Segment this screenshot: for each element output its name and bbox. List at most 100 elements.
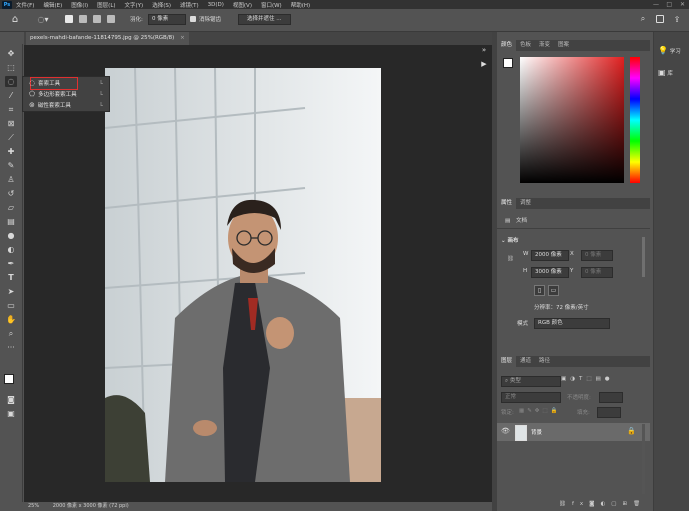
flyout-item-polygonal-lasso[interactable]: ⬠ 多边形套索工具 L [29,89,107,99]
select-and-mask-button[interactable]: 选择并遮住 ... [238,13,291,25]
document-tab[interactable]: pexels-mahdi-bafande-11814795.jpg @ 25%(… [26,32,189,45]
y-input[interactable]: 0 像素 [581,267,613,278]
blend-mode-select[interactable]: 正常 [501,392,561,403]
layer-filter-select[interactable]: ⌕ 类型 [501,376,561,387]
eyedropper-icon[interactable]: ⟋ [5,132,17,143]
zoom-level[interactable]: 25% [28,503,39,509]
flyout-item-lasso[interactable]: ◌ 套索工具 L [29,78,107,88]
lock-icons[interactable]: ▦✎✥⬚🔒 [519,408,560,414]
properties-panel-tabs: 属性 调整 [497,198,650,209]
blur-tool-icon[interactable]: ● [5,230,17,241]
opacity-label: 不透明度: [567,395,591,401]
more-tools-icon[interactable]: ··· [5,342,17,353]
pen-tool-icon[interactable]: ✒ [5,258,17,269]
quick-mask-icon[interactable]: ◙ [5,394,17,405]
tab-swatches[interactable]: 色板 [516,40,535,51]
flyout-item-magnetic-lasso[interactable]: ⊚ 磁性套索工具 L [29,100,107,110]
menu-type[interactable]: 文字(Y) [125,1,144,9]
workspace-icon[interactable] [655,13,665,25]
tab-color[interactable]: 颜色 [497,40,517,51]
path-selection-icon[interactable]: ➤ [5,286,17,297]
opacity-input[interactable] [599,392,623,403]
mode-select[interactable]: RGB 颜色 [534,318,610,329]
tab-channels[interactable]: 通道 [516,356,535,367]
history-brush-icon[interactable]: ↺ [5,188,17,199]
layer-lock-icon[interactable]: 🔒 [627,427,636,435]
height-input[interactable]: 3000 像素 [531,267,569,278]
stamp-tool-icon[interactable]: ♙ [5,174,17,185]
play-action-icon[interactable]: ▶ [478,60,490,72]
layers-scrollbar[interactable] [642,424,645,494]
healing-brush-icon[interactable]: ✚ [5,146,17,157]
subtract-selection-icon[interactable] [92,13,102,25]
crop-tool-icon[interactable]: ⌗ [5,104,17,115]
rectangle-tool-icon[interactable]: ▭ [5,300,17,311]
visibility-eye-icon[interactable]: 👁 [501,427,510,435]
document-image[interactable] [105,68,381,482]
fill-input[interactable] [597,407,621,418]
width-input[interactable]: 2000 像素 [531,250,569,261]
link-dimensions-icon[interactable]: ⛓ [507,256,514,262]
properties-scrollbar[interactable] [642,237,645,277]
canvas-section-header[interactable]: ⌄ 画布 [501,236,519,244]
menu-file[interactable]: 文件(F) [16,1,34,9]
portrait-orientation-icon[interactable]: ▯ [534,285,545,296]
dodge-tool-icon[interactable]: ◐ [5,244,17,255]
collapse-panels-icon[interactable]: » [478,46,490,58]
tab-layers[interactable]: 图层 [497,356,517,367]
foreground-color-swatch[interactable] [4,374,14,384]
learn-panel-button[interactable]: 💡 学习 [658,46,681,55]
close-window-icon[interactable]: ✕ [680,1,685,8]
feather-input[interactable]: 0 像素 [148,13,186,25]
screen-mode-icon[interactable]: ▣ [5,408,17,419]
menu-image[interactable]: 图像(I) [71,1,88,9]
antialias-checkbox[interactable]: 消除锯齿 [190,13,221,25]
marquee-tool-icon[interactable]: ⬚ [5,62,17,73]
landscape-orientation-icon[interactable]: ▭ [548,285,559,296]
frame-tool-icon[interactable]: ⊠ [5,118,17,129]
eraser-tool-icon[interactable]: ▱ [5,202,17,213]
home-icon[interactable]: ⌂ [8,13,22,25]
menu-select[interactable]: 选择(S) [152,1,171,9]
add-selection-icon[interactable] [78,13,88,25]
zoom-tool-icon[interactable]: ⌕ [5,328,17,339]
tab-properties[interactable]: 属性 [497,198,517,209]
close-tab-icon[interactable]: × [180,35,185,41]
menu-filter[interactable]: 滤镜(T) [180,1,199,9]
move-tool-icon[interactable]: ✥ [5,48,17,59]
menu-layer[interactable]: 图层(L) [97,1,115,9]
search-icon[interactable]: ⌕ [638,13,648,25]
x-input[interactable]: 0 像素 [581,250,613,261]
layer-row-background[interactable]: 👁 背景 🔒 [497,423,650,441]
lasso-preset-icon[interactable]: ◌▾ [33,13,53,25]
libraries-panel-button[interactable]: ▣ 库 [658,68,673,77]
lasso-tool-icon[interactable]: ◌ [5,76,17,87]
menu-window[interactable]: 窗口(W) [261,1,282,9]
color-field[interactable] [520,57,624,183]
layer-filter-icons[interactable]: ▣◑T⬚▤● [561,376,614,382]
magic-wand-icon[interactable]: ⁄ [5,90,17,101]
minimize-icon[interactable]: — [653,1,659,8]
foreground-swatch[interactable] [503,58,513,68]
menu-help[interactable]: 帮助(H) [291,1,310,9]
checkbox-icon[interactable] [190,16,196,22]
hue-slider[interactable] [630,57,640,183]
brush-tool-icon[interactable]: ✎ [5,160,17,171]
type-tool-icon[interactable]: T [5,272,17,283]
menu-3d[interactable]: 3D(D) [208,2,224,8]
maximize-icon[interactable]: □ [666,1,672,8]
feather-value[interactable]: 0 像素 [148,13,186,25]
new-selection-icon[interactable] [64,13,74,25]
tab-adjustments[interactable]: 调整 [516,198,535,209]
menu-view[interactable]: 视图(V) [233,1,252,9]
layers-footer-icons[interactable]: ⛓fx◙◐▢⊞🗑 [559,501,646,507]
tab-paths[interactable]: 路径 [535,356,554,367]
share-icon[interactable]: ⇪ [672,13,682,25]
hand-tool-icon[interactable]: ✋ [5,314,17,325]
tab-patterns[interactable]: 图案 [554,40,573,51]
intersect-selection-icon[interactable] [106,13,116,25]
gradient-tool-icon[interactable]: ▤ [5,216,17,227]
menu-edit[interactable]: 编辑(E) [43,1,62,9]
layer-name[interactable]: 背景 [531,428,542,436]
tab-gradients[interactable]: 渐变 [535,40,554,51]
